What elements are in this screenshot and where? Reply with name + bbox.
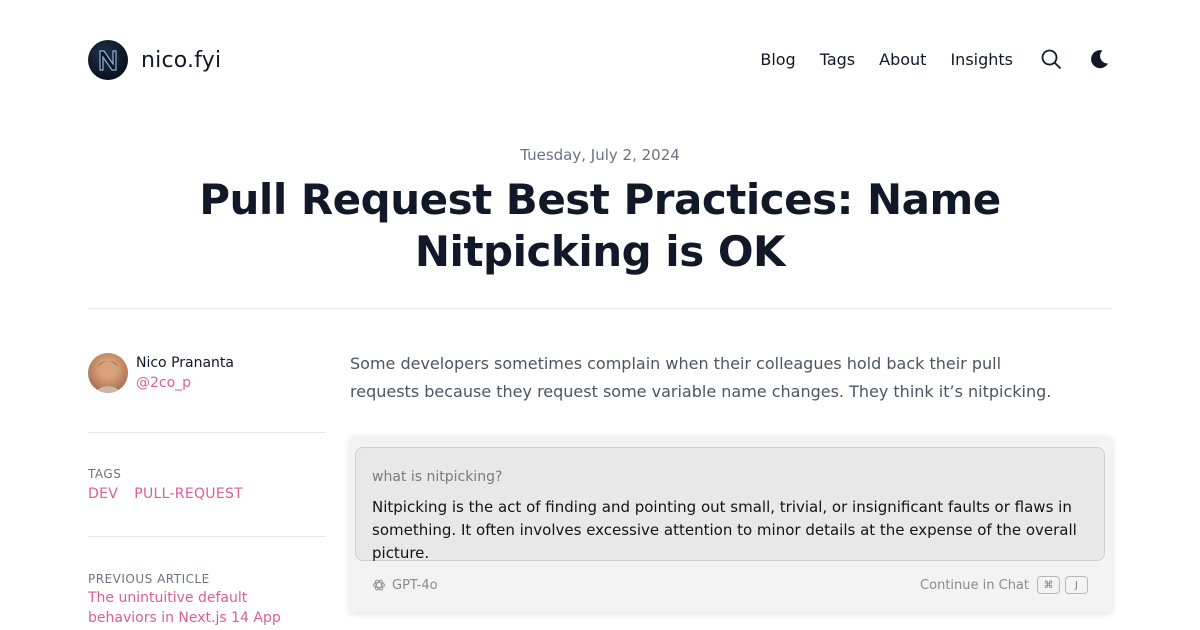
search-icon <box>1041 49 1061 69</box>
nav-tags[interactable]: Tags <box>820 50 855 69</box>
nav-about[interactable]: About <box>879 50 926 69</box>
author-block: Nico Prananta @2co_p <box>88 352 326 394</box>
nav-insights[interactable]: Insights <box>950 50 1013 69</box>
chat-message-box: what is nitpicking? Nitpicking is the ac… <box>355 447 1105 562</box>
tags-label: TAGS <box>88 467 122 481</box>
post-intro: Some developers sometimes complain when … <box>350 354 1052 401</box>
logo-icon <box>88 40 128 80</box>
previous-article-link[interactable]: The unintuitive default behaviors in Nex… <box>88 588 318 630</box>
previous-article-section: PREVIOUS ARTICLE The unintuitive default… <box>88 571 326 630</box>
chat-footer: GPT-4o Continue in Chat ⌘ J <box>372 574 1088 596</box>
continue-in-chat-button[interactable]: Continue in Chat ⌘ J <box>920 576 1088 594</box>
chat-embed-card: what is nitpicking? Nitpicking is the ac… <box>350 436 1112 612</box>
kbd-cmd: ⌘ <box>1037 576 1060 594</box>
chat-question: what is nitpicking? <box>372 469 503 485</box>
tag-pull-request[interactable]: PULL-REQUEST <box>134 486 243 502</box>
openai-icon <box>372 579 386 591</box>
kbd-j: J <box>1065 576 1088 594</box>
search-button[interactable] <box>1038 46 1064 72</box>
post-date: Tuesday, July 2, 2024 <box>520 146 680 164</box>
tags-section: TAGS DEV PULL-REQUEST <box>88 466 326 504</box>
model-label: GPT-4o <box>372 578 438 593</box>
author-handle-link[interactable]: @2co_p <box>136 373 234 393</box>
main-nav: Blog Tags About Insights <box>760 46 1112 72</box>
tag-dev[interactable]: DEV <box>88 486 118 502</box>
theme-toggle-button[interactable] <box>1086 46 1112 72</box>
previous-article-label: PREVIOUS ARTICLE <box>88 572 210 586</box>
model-name: GPT-4o <box>392 577 438 593</box>
moon-icon <box>1091 50 1108 69</box>
author-name: Nico Prananta <box>136 355 234 371</box>
sidebar-divider <box>88 536 326 537</box>
continue-label: Continue in Chat <box>920 577 1029 593</box>
title-divider <box>88 308 1112 309</box>
sidebar-divider <box>88 432 326 433</box>
nav-blog[interactable]: Blog <box>760 50 795 69</box>
post-title: Pull Request Best Practices: Name Nitpic… <box>199 175 1001 276</box>
site-header: nico.fyi Blog Tags About Insights <box>88 38 1112 82</box>
post-sidebar: Nico Prananta @2co_p TAGS DEV PULL-REQUE… <box>88 352 326 630</box>
avatar <box>88 353 128 393</box>
brand-name: nico.fyi <box>141 47 222 73</box>
brand-link[interactable]: nico.fyi <box>88 40 221 80</box>
chat-answer: Nitpicking is the act of finding and poi… <box>372 498 1077 562</box>
